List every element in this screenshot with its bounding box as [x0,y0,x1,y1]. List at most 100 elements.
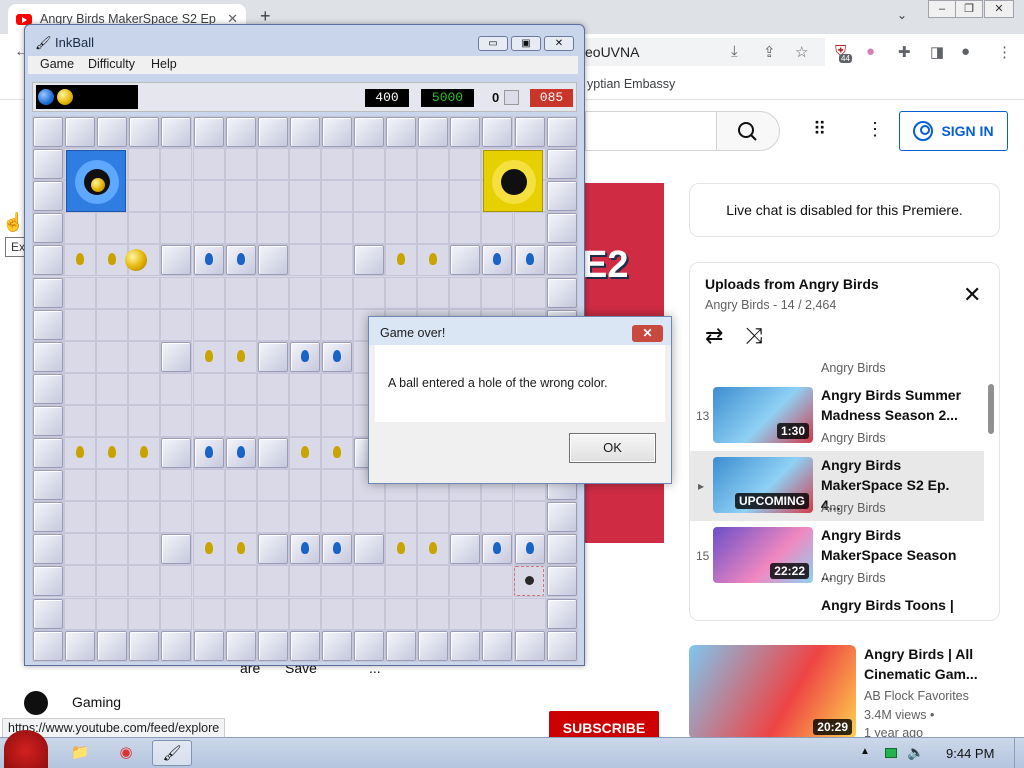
wall-block [193,117,224,147]
inkball-close-button[interactable]: ✕ [544,36,574,51]
profile-icon[interactable]: ● [961,43,970,60]
inkball-task-icon[interactable]: 🖌 [152,740,192,766]
playlist-scrollbar[interactable] [988,384,994,434]
inkball-minimize-button[interactable]: ▭ [478,36,508,51]
browser-restore-button[interactable]: ❐ [955,0,983,18]
shuffle-icon[interactable]: ⤨ [745,323,763,349]
wall-block [257,341,288,372]
grid-cell [288,276,321,309]
dialog-close-button[interactable]: ✕ [632,325,663,342]
wall-block [289,117,320,147]
playlist-item[interactable]: 13 1:30 Angry Birds Summer Madness Seaso… [690,381,984,451]
score-display: 400 [365,89,409,107]
recommended-title[interactable]: Angry Birds | All Cinematic Gam... [864,644,1004,684]
share-icon[interactable]: ⇪ [763,43,776,61]
start-button-bird-icon[interactable] [4,730,48,768]
grid-cell [353,180,385,213]
grid-cell [128,565,161,598]
wall-block [161,630,192,661]
menu-help[interactable]: Help [151,57,177,71]
wall-block [161,245,192,276]
blue-keyhole-icon [204,253,213,266]
file-explorer-task-icon[interactable]: 📁 [60,740,100,766]
recommended-thumbnail[interactable]: 20:29 [689,645,856,739]
grid-cell [288,469,321,502]
grid-cell [481,565,514,598]
wall-block [225,117,256,147]
bookmark-star-icon[interactable]: ☆ [795,43,808,61]
yellow-keyhole-icon [397,253,406,266]
grid-cell [417,148,450,181]
grid-cell [320,308,353,341]
grid-cell [96,212,129,245]
tab-search-chevron-icon[interactable]: ⌄ [897,8,907,22]
apps-grid-icon[interactable]: ⠿ [813,119,826,140]
wall-block [161,117,192,147]
wall-block [546,213,577,244]
clock[interactable]: 9:44 PM [946,746,994,761]
blue-keyhole-icon [236,446,245,458]
grid-cell [192,276,225,309]
grid-cell [417,501,450,534]
wall-block [289,630,320,661]
spawner-ball-icon [525,576,534,585]
grid-cell [96,501,129,534]
grid-cell [288,148,321,181]
wall-block [354,245,384,276]
sign-in-button[interactable]: SIGN IN [899,111,1008,151]
grid-cell [481,597,514,630]
grid-cell [320,404,353,437]
settings-dots-icon[interactable]: ⋮ [866,119,884,140]
grid-cell [192,180,225,213]
menu-game[interactable]: Game [40,57,74,71]
ok-button[interactable]: OK [569,433,656,463]
wall-block [546,502,577,533]
chrome-menu-icon[interactable]: ⋮ [997,43,1012,61]
wall-block [257,438,288,468]
playlist-close-icon[interactable]: ✕ [963,282,981,308]
browser-close-button[interactable]: ✕ [984,0,1014,18]
playlist-item[interactable]: 15 22:22 Angry Birds MakerSpace Season .… [690,521,984,591]
battery-icon[interactable] [885,748,897,758]
loop-icon[interactable]: ⇄ [705,323,723,349]
playlist-item-current[interactable]: ▸ UPCOMING Angry Birds MakerSpace S2 Ep.… [690,451,984,521]
grid-cell [385,148,418,181]
menu-difficulty[interactable]: Difficulty [88,57,135,71]
wall-block [514,117,545,147]
yellow-keyhole-icon [204,349,213,362]
grid-cell [160,469,193,502]
yellow-keyhole-icon [332,446,341,458]
bookmark-item[interactable]: yptian Embassy [587,77,675,91]
sidebar-item-gaming[interactable]: Gaming [72,694,121,710]
extensions-puzzle-icon[interactable]: ✚ [898,43,911,61]
playlist-title[interactable]: Uploads from Angry Birds [705,276,879,292]
extension-flag-icon[interactable]: ● [866,43,875,60]
youtube-search-input[interactable] [585,111,716,151]
side-panel-icon[interactable]: ◨ [930,43,944,61]
browser-minimize-button[interactable]: – [928,0,956,18]
wall-block [386,117,417,147]
grid-cell [224,212,257,245]
grid-cell [353,597,385,630]
youtube-search-button[interactable] [716,111,780,151]
grid-cell [128,469,161,502]
grid-cell [128,533,161,566]
playlist-item-title[interactable]: Angry Birds Toons | [821,595,954,615]
grid-cell [288,565,321,598]
chrome-task-icon[interactable]: ◉ [106,740,146,766]
inkball-maximize-button[interactable]: ▣ [511,36,541,51]
grid-cell [160,501,193,534]
grid-cell [128,308,161,341]
wall-block [129,630,160,661]
install-icon[interactable]: ⤓ [731,43,738,60]
grid-cell [64,565,97,598]
grid-cell [320,597,353,630]
grid-cell [96,404,129,437]
recommended-channel[interactable]: AB Flock Favorites [864,689,969,703]
extension-badge: 44 [839,54,852,63]
show-desktop-button[interactable] [1014,738,1024,768]
grid-cell [320,180,353,213]
volume-icon[interactable]: 🔈 [907,744,924,761]
tray-expand-icon[interactable]: ▲ [860,746,870,757]
grid-cell [256,372,289,405]
